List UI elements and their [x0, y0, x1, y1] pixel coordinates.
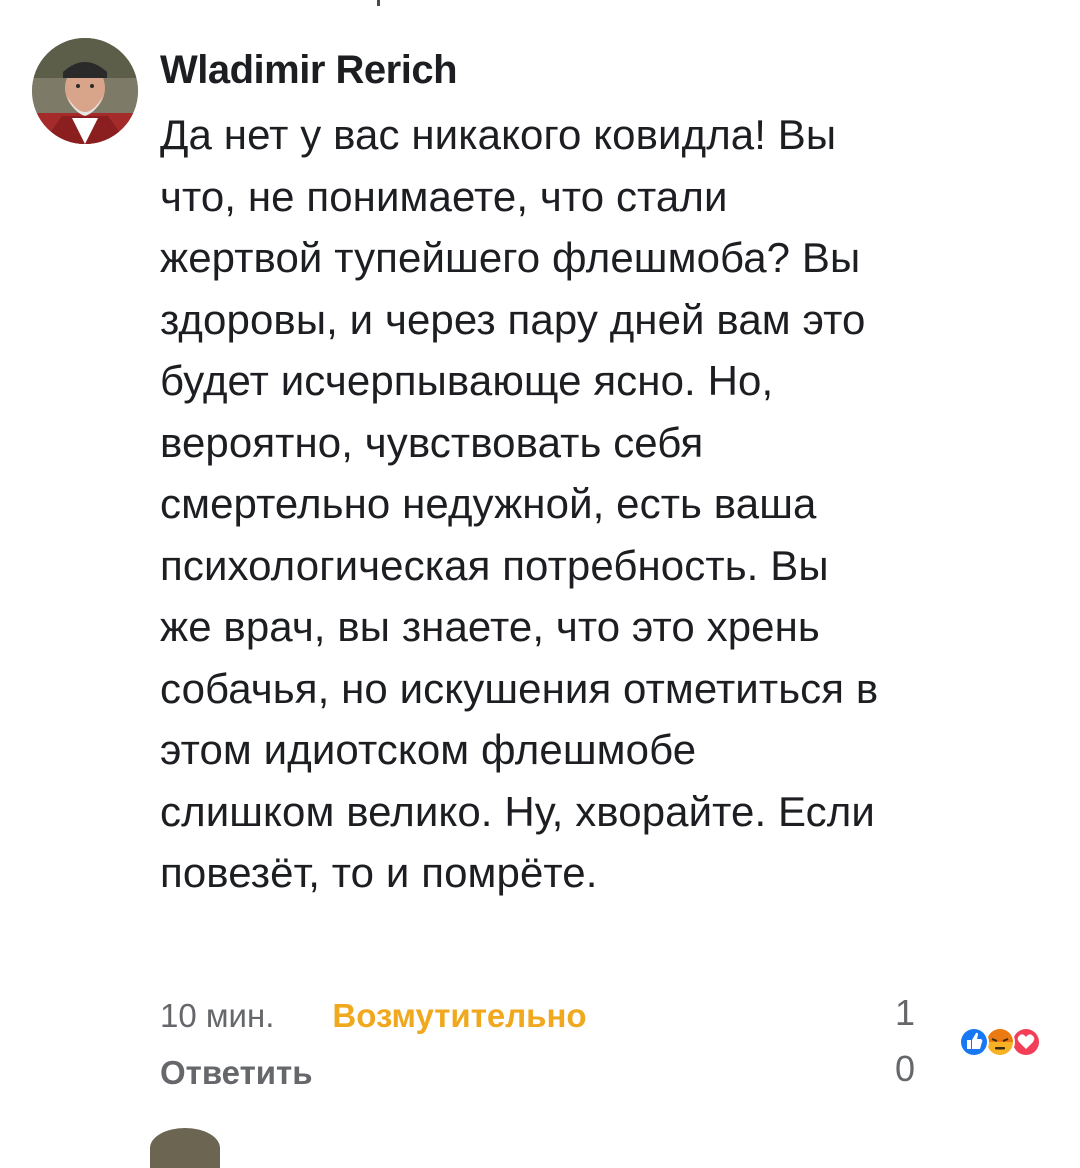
comment-line: вероятно, чувствовать себя: [160, 418, 704, 466]
comment-line: собачья, но искушения отметиться в: [160, 664, 879, 712]
reaction-button[interactable]: Возмутительно: [332, 997, 586, 1035]
comment-line: будет исчерпывающе ясно. Но,: [160, 357, 774, 404]
next-comment-avatar[interactable]: [150, 1128, 220, 1168]
comment-line: же врач, вы знаете, что это хрень: [160, 603, 820, 650]
comment-line: психологическая потребность. Вы: [160, 541, 829, 589]
comment-line: слишком велико. Ну, хворайте. Если: [160, 787, 875, 835]
comment-body: Да нет у вас никакого ковидла! Вы что, н…: [160, 104, 1065, 904]
reaction-count-bottom: 0: [895, 1048, 916, 1089]
comment-line: что, не понимаете, что стали: [160, 172, 728, 220]
comment-line: смертельно недужной, есть ваша: [160, 480, 817, 527]
reaction-summary[interactable]: [950, 1022, 1050, 1062]
comment-line: здоровы, и через пару дней вам это: [160, 295, 866, 343]
reply-button[interactable]: Ответить: [160, 1054, 313, 1092]
angry-icon: [985, 1027, 1015, 1057]
like-icon: [959, 1027, 989, 1057]
comment-meta-row: 10 мин. Возмутительно: [160, 994, 587, 1038]
comment-line: Да нет у вас никакого ковидла! Вы: [160, 111, 837, 158]
comment-line: этом идиотском флешмобе: [160, 726, 697, 773]
love-icon: [1011, 1027, 1041, 1057]
comment-timestamp[interactable]: 10 мин.: [160, 997, 274, 1035]
comment-author[interactable]: Wladimir Rerich: [160, 48, 458, 93]
avatar-photo: [32, 38, 138, 144]
reaction-count-top: 1: [895, 992, 916, 1033]
comment-line: повезёт, то и помрёте.: [160, 849, 598, 896]
top-divider-tick: [377, 0, 380, 6]
comment-line: жертвой тупейшего флешмоба? Вы: [160, 234, 861, 281]
avatar[interactable]: [32, 38, 138, 144]
